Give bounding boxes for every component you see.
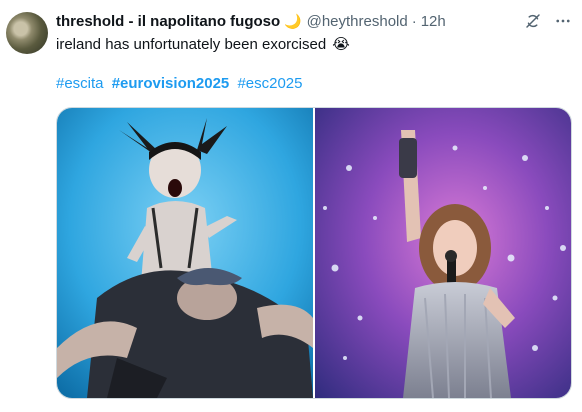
photo-left-image: [57, 108, 313, 398]
hashtags: #escita #eurovision2025 #esc2025: [56, 74, 307, 94]
tweet-header: threshold - il napolitano fugoso 🌙 @heyt…: [56, 11, 446, 31]
timestamp[interactable]: 12h: [421, 13, 446, 30]
tweet-text: ireland has unfortunately been exorcised…: [56, 35, 350, 55]
photo-right[interactable]: [315, 108, 571, 398]
display-name[interactable]: threshold - il napolitano fugoso: [56, 13, 280, 30]
tweet-actions: [524, 12, 572, 30]
separator-dot: ·: [411, 12, 417, 30]
grok-icon[interactable]: [524, 12, 542, 30]
photo-right-image: [315, 108, 571, 398]
crying-emoji: 😭: [332, 36, 350, 53]
hashtag-eurovision2025[interactable]: #eurovision2025: [112, 75, 230, 92]
more-icon[interactable]: [554, 12, 572, 30]
avatar[interactable]: [6, 12, 48, 54]
hashtag-escita[interactable]: #escita: [56, 75, 104, 92]
tweet[interactable]: threshold - il napolitano fugoso 🌙 @heyt…: [0, 0, 582, 412]
tweet-text-body: ireland has unfortunately been exorcised: [56, 36, 327, 53]
user-handle[interactable]: @heythreshold: [307, 13, 408, 30]
media-grid: [56, 107, 572, 399]
hashtag-esc2025[interactable]: #esc2025: [237, 75, 302, 92]
photo-left[interactable]: [57, 108, 313, 398]
moon-emoji: 🌙: [284, 12, 302, 29]
